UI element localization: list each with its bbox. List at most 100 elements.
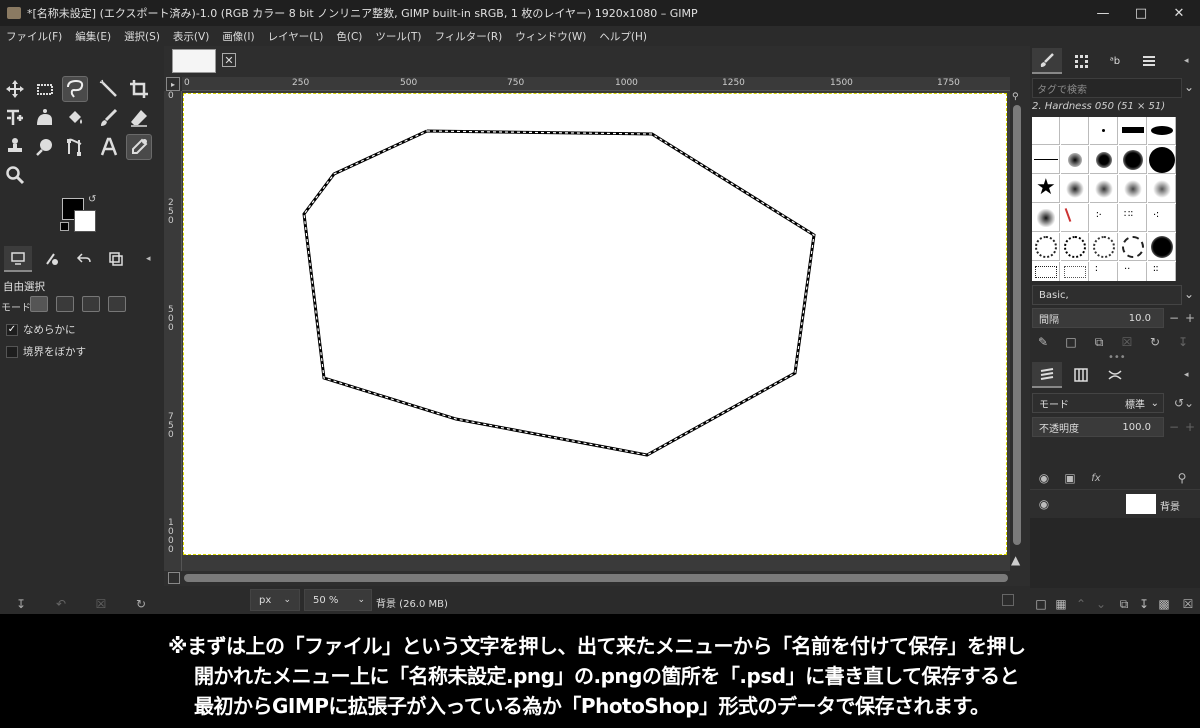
tab-brushes[interactable] <box>1032 48 1062 74</box>
tag-search-input[interactable]: タグで検索 <box>1032 78 1182 98</box>
refresh-brushes-icon[interactable]: ↻ <box>1147 334 1163 350</box>
menu-layer[interactable]: レイヤー(L) <box>268 29 324 44</box>
brush-cell[interactable] <box>1032 233 1060 261</box>
background-color-swatch[interactable] <box>74 210 96 232</box>
menu-select[interactable]: 選択(S) <box>124 29 160 44</box>
zoom-tool-icon[interactable] <box>2 162 28 188</box>
tab-layers[interactable] <box>1032 362 1062 388</box>
brush-cell[interactable] <box>1061 117 1089 145</box>
brush-cell[interactable] <box>1148 175 1176 203</box>
brush-cell[interactable] <box>1090 146 1118 174</box>
image-tab-close-icon[interactable]: ✕ <box>222 53 236 67</box>
brush-cell[interactable]: ∶∶ <box>1148 262 1176 281</box>
brush-cell[interactable] <box>1148 146 1176 174</box>
tab-channels[interactable] <box>1066 362 1096 388</box>
tab-device-status[interactable] <box>38 246 66 272</box>
brush-cell[interactable]: ★ <box>1032 175 1060 203</box>
tab-tool-options[interactable] <box>4 246 32 272</box>
effects-icon[interactable]: fx <box>1088 470 1104 486</box>
default-colors-icon[interactable] <box>60 222 69 231</box>
rect-select-tool-icon[interactable] <box>32 76 58 102</box>
navigate-icon[interactable]: ▲ <box>1011 553 1020 567</box>
smudge-tool-icon[interactable] <box>32 134 58 160</box>
delete-brush-icon[interactable]: ☒ <box>1119 334 1135 350</box>
layer-mode-select[interactable]: モード 標準 ⌄ <box>1032 393 1164 413</box>
brush-cell[interactable]: ∶ <box>1090 262 1118 281</box>
minus-icon[interactable]: − <box>1166 419 1182 435</box>
edit-brush-icon[interactable]: ✎ <box>1035 334 1051 350</box>
brush-cell[interactable] <box>1061 262 1089 281</box>
brush-cell[interactable] <box>1061 233 1089 261</box>
opacity-slider[interactable]: 不透明度 100.0 <box>1032 417 1164 437</box>
brush-cell[interactable] <box>1148 117 1176 145</box>
mask-layer-icon[interactable]: ▩ <box>1156 596 1172 612</box>
zoom-follow-icon[interactable]: ⚲ <box>1012 92 1019 102</box>
color-picker-tool-icon[interactable] <box>126 134 152 160</box>
feather-option[interactable]: 境界をぼかす <box>6 344 86 359</box>
vertical-scrollbar[interactable]: ⚲ ▲ <box>1010 91 1024 571</box>
menu-image[interactable]: 画像(I) <box>222 29 254 44</box>
move-tool-icon[interactable] <box>2 76 28 102</box>
plus-icon[interactable]: + <box>1182 310 1198 326</box>
open-as-image-icon[interactable]: ↧ <box>1175 334 1191 350</box>
menu-tools[interactable]: ツール(T) <box>375 29 421 44</box>
brush-cell[interactable] <box>1090 175 1118 203</box>
mode-intersect-icon[interactable] <box>108 296 126 312</box>
toggle-quick-mask-icon[interactable] <box>168 572 180 584</box>
raise-layer-icon[interactable]: ⌃ <box>1073 596 1089 612</box>
tab-patterns[interactable] <box>1066 48 1096 74</box>
brush-cell[interactable] <box>1032 204 1060 232</box>
fuzzy-select-tool-icon[interactable] <box>96 76 122 102</box>
duplicate-layer-icon[interactable]: ⧉ <box>1116 596 1132 612</box>
layer-row[interactable]: ◉ 背景 <box>1030 490 1200 518</box>
horizontal-scrollbar[interactable] <box>182 571 1010 585</box>
close-window-button[interactable]: ✕ <box>1156 0 1200 26</box>
free-select-tool-icon[interactable] <box>62 76 88 102</box>
restore-tool-preset-icon[interactable]: ↶ <box>52 596 70 612</box>
brush-cell[interactable] <box>1119 175 1147 203</box>
brush-cell[interactable] <box>1119 146 1147 174</box>
image-canvas[interactable] <box>183 93 1007 555</box>
clone-tool-icon[interactable] <box>2 134 28 160</box>
dock-menu-icon[interactable]: ◂ <box>1184 370 1189 380</box>
menu-help[interactable]: ヘルプ(H) <box>599 29 647 44</box>
brush-cell[interactable]: ·· <box>1119 262 1147 281</box>
menu-filters[interactable]: フィルター(R) <box>434 29 502 44</box>
plus-icon[interactable]: + <box>1182 419 1198 435</box>
composite-mode-icon[interactable]: ↺⌄ <box>1170 395 1198 411</box>
chevron-down-icon[interactable]: ⌄ <box>1184 287 1194 301</box>
brush-cell[interactable]: ∷∶ <box>1119 204 1147 232</box>
brush-cell[interactable] <box>1032 117 1060 145</box>
brush-cell[interactable] <box>1119 233 1147 261</box>
spacing-slider[interactable]: 間隔 10.0 <box>1032 308 1164 328</box>
image-tab-thumbnail[interactable] <box>172 49 216 73</box>
brush-cell[interactable] <box>1148 233 1176 261</box>
tab-images[interactable] <box>102 246 130 272</box>
merge-layer-icon[interactable]: ↧ <box>1136 596 1152 612</box>
brush-cell[interactable] <box>1090 233 1118 261</box>
brush-cell[interactable] <box>1061 175 1089 203</box>
paintbrush-tool-icon[interactable] <box>96 105 122 131</box>
search-icon[interactable]: ⚲ <box>1174 470 1190 486</box>
dock-menu-icon[interactable]: ◂ <box>1184 56 1189 66</box>
unit-select[interactable]: px ⌄ <box>250 589 300 611</box>
text-tool-icon[interactable] <box>96 134 122 160</box>
zoom-select[interactable]: 50 % ⌄ <box>304 589 372 611</box>
dock-menu-icon[interactable]: ◂ <box>146 254 151 264</box>
duplicate-brush-icon[interactable]: ⧉ <box>1091 334 1107 350</box>
mode-add-icon[interactable] <box>56 296 74 312</box>
menu-colors[interactable]: 色(C) <box>336 29 362 44</box>
tab-fonts[interactable]: ᵃb <box>1100 48 1130 74</box>
eraser-tool-icon[interactable] <box>126 105 152 131</box>
bucket-fill-tool-icon[interactable] <box>62 105 88 131</box>
chevron-down-icon[interactable]: ⌄ <box>1184 80 1194 94</box>
new-layer-group-icon[interactable]: ▦ <box>1053 596 1069 612</box>
warp-transform-tool-icon[interactable] <box>32 105 58 131</box>
brush-cell[interactable] <box>1032 262 1060 281</box>
brush-cell[interactable] <box>1061 204 1089 232</box>
menu-windows[interactable]: ウィンドウ(W) <box>515 29 586 44</box>
brush-grid-scrollbar[interactable] <box>1180 117 1186 281</box>
minus-icon[interactable]: − <box>1166 310 1182 326</box>
new-brush-icon[interactable]: □ <box>1063 334 1079 350</box>
brush-cell[interactable]: ·∶ <box>1148 204 1176 232</box>
